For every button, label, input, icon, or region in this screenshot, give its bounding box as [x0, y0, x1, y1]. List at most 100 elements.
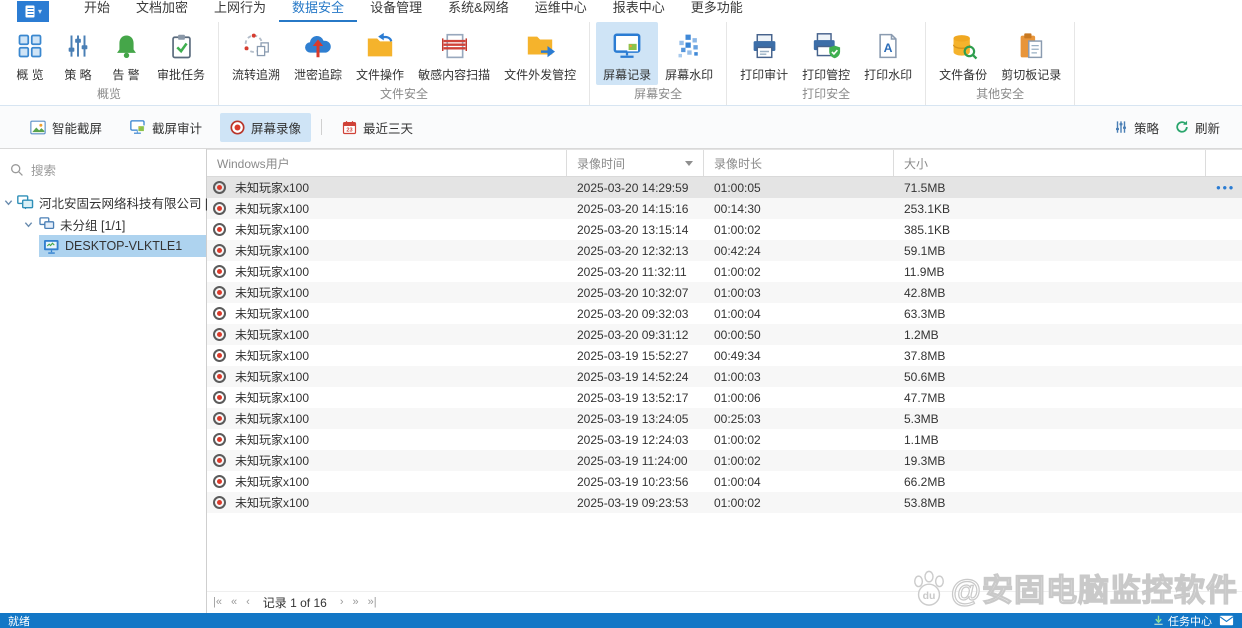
table-row[interactable]: 未知玩家x1002025-03-19 10:23:5601:00:0466.2M…: [207, 471, 1242, 492]
menu-tab-start[interactable]: 开始: [71, 0, 123, 22]
cell-duration: 00:49:34: [704, 349, 894, 363]
ribbon-group-label: 其他安全: [932, 85, 1068, 106]
file-backup-button[interactable]: 文件备份: [932, 22, 994, 85]
toolbar-button-label: 刷新: [1195, 118, 1220, 137]
screen-record-button[interactable]: 屏幕记录: [596, 22, 658, 85]
recent-days-calendar-icon: 23: [342, 120, 357, 135]
cell-duration: 01:00:04: [704, 307, 894, 321]
cell-record-time: 2025-03-20 12:32:13: [567, 244, 704, 258]
last-page-button[interactable]: »|: [368, 597, 377, 608]
flow-trace-button[interactable]: 流转追溯: [225, 22, 287, 85]
alert-button[interactable]: 告 警: [102, 22, 150, 85]
screenshot-audit-button[interactable]: 截屏审计: [120, 113, 212, 142]
menu-tab-data-security[interactable]: 数据安全: [279, 0, 357, 22]
menu-tab-device-mgmt[interactable]: 设备管理: [357, 0, 435, 22]
fast-prev-page-button[interactable]: «: [231, 597, 237, 608]
chevron-down-icon[interactable]: [4, 198, 13, 207]
cell-duration: 01:00:05: [704, 181, 894, 195]
table-row[interactable]: 未知玩家x1002025-03-20 09:32:0301:00:0463.3M…: [207, 303, 1242, 324]
policy-button[interactable]: 策 略: [54, 22, 102, 85]
mail-icon[interactable]: [1219, 615, 1234, 626]
print-audit-button[interactable]: 打印审计: [733, 22, 795, 85]
sort-desc-icon[interactable]: [685, 161, 693, 166]
content-scan-button[interactable]: 敏感内容扫描: [411, 22, 497, 85]
recent-three-days-button[interactable]: 23 最近三天: [332, 113, 423, 142]
approval-tasks-button[interactable]: 审批任务: [150, 22, 212, 85]
overview-button[interactable]: 概 览: [6, 22, 54, 85]
menu-tab-web-behavior[interactable]: 上网行为: [201, 0, 279, 22]
prev-page-button[interactable]: ‹: [246, 597, 250, 608]
smart-screenshot-button[interactable]: 智能截屏: [20, 113, 112, 142]
cell-record-time: 2025-03-19 13:24:05: [567, 412, 704, 426]
file-operations-button[interactable]: 文件操作: [349, 22, 411, 85]
cell-record-time: 2025-03-19 10:23:56: [567, 475, 704, 489]
table-row[interactable]: 未知玩家x1002025-03-19 11:24:0001:00:0219.3M…: [207, 450, 1242, 471]
policy-toolbar-button[interactable]: 策略: [1106, 113, 1167, 142]
clipboard-record-button[interactable]: 剪切板记录: [994, 22, 1068, 85]
content-area: 搜索 河北安固云网络科技有限公司 [1/1]: [0, 149, 1242, 613]
table-row[interactable]: 未知玩家x1002025-03-19 15:52:2700:49:3437.8M…: [207, 345, 1242, 366]
table-row[interactable]: 未知玩家x1002025-03-20 10:32:0701:00:0342.8M…: [207, 282, 1242, 303]
table-row[interactable]: 未知玩家x1002025-03-20 14:29:5901:00:0571.5M…: [207, 177, 1242, 198]
table-row[interactable]: 未知玩家x1002025-03-19 12:24:0301:00:021.1MB: [207, 429, 1242, 450]
ribbon-button-label: 敏感内容扫描: [418, 66, 490, 83]
menu-tab-report-center[interactable]: 报表中心: [600, 0, 678, 22]
cell-size: 385.1KB: [894, 223, 1206, 237]
menu-tab-doc-encrypt[interactable]: 文档加密: [123, 0, 201, 22]
table-row[interactable]: 未知玩家x1002025-03-20 14:15:1600:14:30253.1…: [207, 198, 1242, 219]
leak-trace-button[interactable]: 泄密追踪: [287, 22, 349, 85]
chevron-down-icon[interactable]: [21, 220, 35, 229]
screen-watermark-button[interactable]: 屏幕水印: [658, 22, 720, 85]
app-menu-button[interactable]: ▾: [17, 1, 49, 22]
tree-node-ungrouped[interactable]: 未分组 [1/1]: [0, 213, 206, 235]
cell-duration: 01:00:06: [704, 391, 894, 405]
tree-node-company[interactable]: 河北安固云网络科技有限公司 [1/1]: [0, 191, 206, 213]
view-toolbar: 智能截屏 截屏审计 屏幕录像 23 最近三天 策略 刷新: [0, 106, 1242, 149]
print-control-button[interactable]: 打印管控: [795, 22, 857, 85]
ribbon-group-label: 文件安全: [225, 85, 583, 106]
table-row[interactable]: 未知玩家x1002025-03-20 13:15:1401:00:02385.1…: [207, 219, 1242, 240]
search-icon: [10, 163, 24, 177]
refresh-button[interactable]: 刷新: [1167, 113, 1228, 142]
download-icon: [1153, 615, 1164, 626]
cell-record-time: 2025-03-20 09:31:12: [567, 328, 704, 342]
tree-node-computer[interactable]: DESKTOP-VLKTLE1: [0, 235, 206, 257]
table-row[interactable]: 未知玩家x1002025-03-19 14:52:2401:00:0350.6M…: [207, 366, 1242, 387]
column-header-duration[interactable]: 录像时长: [704, 150, 894, 176]
recordings-panel: Windows用户 录像时间 录像时长 大小 未知玩家x1002025-03-2…: [207, 149, 1242, 613]
content-scan-icon: [440, 29, 469, 63]
cell-size: 1.2MB: [894, 328, 1206, 342]
print-watermark-button[interactable]: A 打印水印: [857, 22, 919, 85]
next-page-button[interactable]: ›: [340, 597, 344, 608]
column-header-record-time[interactable]: 录像时间: [567, 150, 704, 176]
search-input[interactable]: 搜索: [0, 154, 206, 187]
row-user-label: 未知玩家x100: [235, 389, 309, 406]
row-user-label: 未知玩家x100: [235, 410, 309, 427]
fast-next-page-button[interactable]: »: [353, 597, 359, 608]
table-row[interactable]: 未知玩家x1002025-03-19 09:23:5301:00:0253.8M…: [207, 492, 1242, 513]
cell-size: 1.1MB: [894, 433, 1206, 447]
trace-cycle-icon: [242, 29, 271, 63]
table-row[interactable]: 未知玩家x1002025-03-20 09:31:1200:00:501.2MB: [207, 324, 1242, 345]
file-send-control-button[interactable]: 文件外发管控: [497, 22, 583, 85]
table-row[interactable]: 未知玩家x1002025-03-20 11:32:1101:00:0211.9M…: [207, 261, 1242, 282]
table-row[interactable]: 未知玩家x1002025-03-20 12:32:1300:42:2459.1M…: [207, 240, 1242, 261]
row-more-icon[interactable]: ●●●: [1216, 183, 1235, 192]
cell-duration: 01:00:02: [704, 265, 894, 279]
smart-screenshot-icon: [30, 120, 46, 135]
table-row[interactable]: 未知玩家x1002025-03-19 13:24:0500:25:035.3MB: [207, 408, 1242, 429]
leak-cloud-icon: [303, 29, 333, 63]
table-row[interactable]: 未知玩家x1002025-03-19 13:52:1701:00:0647.7M…: [207, 387, 1242, 408]
menu-tab-system-network[interactable]: 系统&网络: [435, 0, 522, 22]
menu-tab-more[interactable]: 更多功能: [678, 0, 756, 22]
first-page-button[interactable]: |«: [213, 597, 222, 608]
record-icon: [213, 475, 226, 488]
screen-video-button[interactable]: 屏幕录像: [220, 113, 311, 142]
menu-tab-ops-center[interactable]: 运维中心: [522, 0, 600, 22]
task-center-button[interactable]: 任务中心: [1153, 613, 1212, 628]
cell-record-time: 2025-03-20 13:15:14: [567, 223, 704, 237]
column-header-size[interactable]: 大小: [894, 150, 1206, 176]
column-header-windows-user[interactable]: Windows用户: [207, 150, 567, 176]
ribbon-group-screen-security: 屏幕记录 屏幕水印 屏幕安全: [590, 22, 727, 105]
cell-windows-user: 未知玩家x100: [207, 284, 567, 301]
